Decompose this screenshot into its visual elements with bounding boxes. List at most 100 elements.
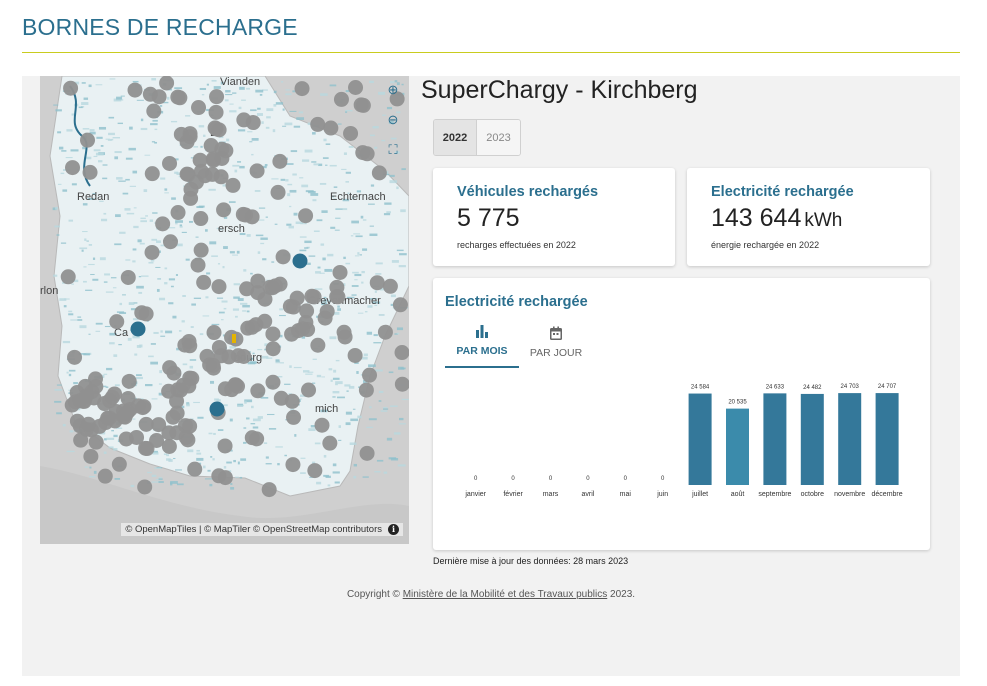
station-marker[interactable] [67,349,83,365]
station-marker[interactable] [193,211,209,227]
map[interactable]: ViandenDiRedanEchternacherschrlonGrevenm… [40,76,409,544]
station-marker[interactable] [109,314,125,330]
fullscreen-icon[interactable]: ⛶ [385,142,401,158]
station-marker[interactable] [138,306,154,322]
station-marker[interactable] [298,208,314,224]
station-marker[interactable] [138,416,154,432]
station-marker-highlight[interactable] [130,321,146,337]
station-marker[interactable] [155,216,171,232]
station-marker[interactable] [382,278,398,294]
station-marker[interactable] [394,345,409,361]
station-marker[interactable] [181,333,197,349]
zoom-in-icon[interactable]: ⊕ [385,82,401,98]
bar-juillet[interactable] [688,393,712,485]
station-marker[interactable] [347,347,363,363]
station-marker[interactable] [208,104,224,120]
station-marker[interactable] [332,264,348,280]
station-marker[interactable] [285,457,301,473]
station-marker[interactable] [310,116,326,132]
station-marker[interactable] [139,441,155,457]
station-marker[interactable] [329,279,345,295]
station-marker[interactable] [348,80,364,96]
station-marker[interactable] [82,164,98,180]
station-marker[interactable] [244,319,260,335]
station-marker[interactable] [165,409,181,425]
station-marker[interactable] [217,438,233,454]
station-marker[interactable] [129,429,145,445]
station-marker[interactable] [299,303,315,319]
zoom-out-icon[interactable]: ⊖ [385,112,401,128]
station-marker[interactable] [88,371,104,387]
station-marker[interactable] [286,409,302,425]
station-marker[interactable] [250,383,266,399]
station-marker[interactable] [245,115,261,131]
station-marker[interactable] [317,310,333,326]
station-marker[interactable] [162,360,178,376]
year-button-2022[interactable]: 2022 [434,120,477,155]
station-marker[interactable] [333,91,349,107]
info-icon[interactable]: i [388,524,399,535]
station-marker[interactable] [193,242,209,258]
station-marker[interactable] [161,438,177,454]
station-marker[interactable] [213,169,229,185]
selected-station-marker[interactable] [232,334,236,343]
station-marker[interactable] [162,234,178,250]
station-marker[interactable] [63,80,79,96]
station-marker[interactable] [73,432,89,448]
station-marker[interactable] [65,160,81,176]
station-marker[interactable] [371,165,387,181]
station-marker[interactable] [169,393,185,409]
station-marker[interactable] [249,431,265,447]
station-marker[interactable] [249,163,265,179]
station-marker[interactable] [301,382,317,398]
station-marker[interactable] [392,297,408,313]
station-marker[interactable] [359,146,375,162]
station-marker[interactable] [137,479,153,495]
station-marker[interactable] [304,288,320,304]
station-marker[interactable] [83,448,99,464]
station-marker[interactable] [284,393,300,409]
station-marker[interactable] [238,207,254,223]
bar-octobre[interactable] [800,393,824,485]
station-marker[interactable] [187,461,203,477]
station-marker[interactable] [191,100,207,116]
station-marker[interactable] [162,155,178,171]
station-marker[interactable] [182,129,198,145]
station-marker[interactable] [230,378,246,394]
station-marker[interactable] [135,400,151,416]
station-marker[interactable] [80,132,96,148]
station-marker[interactable] [369,275,385,291]
station-marker[interactable] [170,205,186,221]
station-marker[interactable] [224,329,240,345]
station-marker[interactable] [337,329,353,345]
station-marker-highlight[interactable] [292,253,308,269]
station-marker[interactable] [355,97,371,113]
station-marker[interactable] [362,367,378,383]
ministry-link[interactable]: Ministère de la Mobilité et des Travaux … [403,589,608,600]
station-marker[interactable] [257,291,273,307]
station-marker[interactable] [190,257,206,273]
station-marker[interactable] [377,324,393,340]
map-attribution-text[interactable]: © OpenMapTiles | © MapTiler © OpenStreet… [125,524,382,535]
bar-novembre[interactable] [838,393,862,485]
station-marker[interactable] [69,413,85,429]
station-marker[interactable] [265,326,281,342]
station-marker[interactable] [209,89,225,105]
station-marker[interactable] [199,348,215,364]
station-marker[interactable] [172,90,188,106]
station-marker[interactable] [265,341,281,357]
station-marker[interactable] [211,279,227,295]
station-marker[interactable] [285,299,301,315]
station-marker[interactable] [180,166,196,182]
station-marker[interactable] [121,373,137,389]
station-marker[interactable] [265,374,281,390]
bar-décembre[interactable] [875,393,899,485]
station-marker[interactable] [78,388,94,404]
station-marker[interactable] [239,281,255,297]
station-marker[interactable] [359,445,375,461]
station-marker[interactable] [310,337,326,353]
station-marker[interactable] [358,382,374,398]
bar-août[interactable] [726,408,749,485]
station-marker[interactable] [270,184,286,200]
station-marker[interactable] [60,269,76,285]
